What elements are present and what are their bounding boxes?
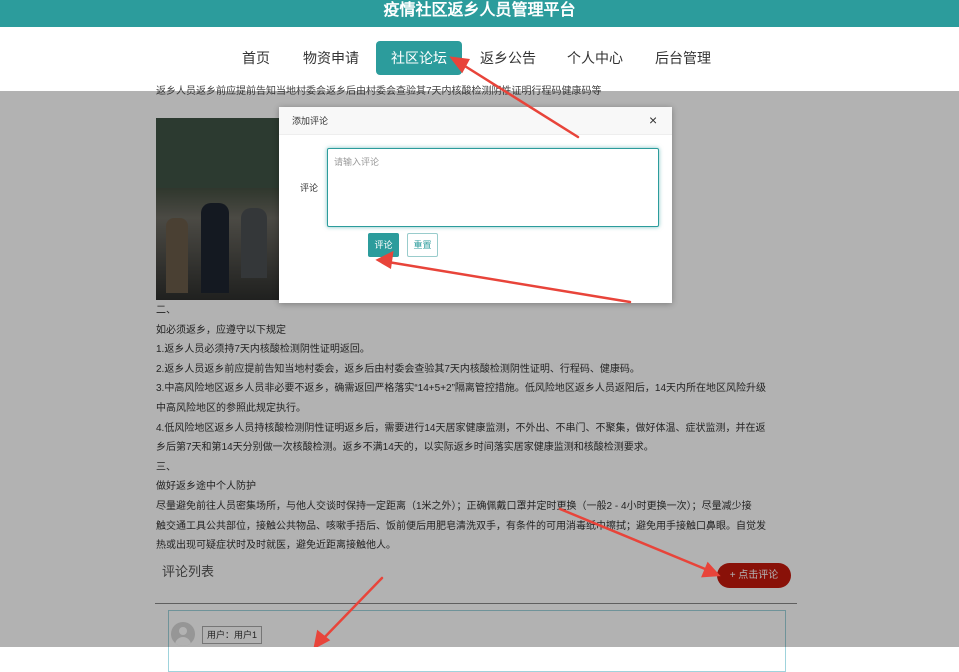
dialog-title: 添加评论: [292, 116, 329, 126]
nav-item-personal-center[interactable]: 个人中心: [560, 41, 630, 75]
comment-input[interactable]: [327, 148, 659, 227]
comment-field-label: 评论: [300, 183, 319, 193]
add-comment-dialog: 添加评论 × 评论 评论 重置: [279, 107, 672, 303]
reset-button[interactable]: 重置: [407, 233, 438, 257]
app-title: 疫情社区返乡人员管理平台: [383, 2, 576, 19]
nav-item-return-notice[interactable]: 返乡公告: [474, 41, 542, 75]
close-icon[interactable]: ×: [649, 111, 657, 129]
nav-item-home[interactable]: 首页: [232, 41, 280, 75]
dialog-header: 添加评论 ×: [279, 107, 672, 135]
nav-item-supply-request[interactable]: 物资申请: [298, 41, 364, 75]
app-title-bar: 疫情社区返乡人员管理平台: [0, 0, 959, 27]
nav-item-admin[interactable]: 后台管理: [648, 41, 718, 75]
nav-item-community-forum[interactable]: 社区论坛: [376, 41, 462, 75]
submit-comment-button[interactable]: 评论: [368, 233, 399, 257]
